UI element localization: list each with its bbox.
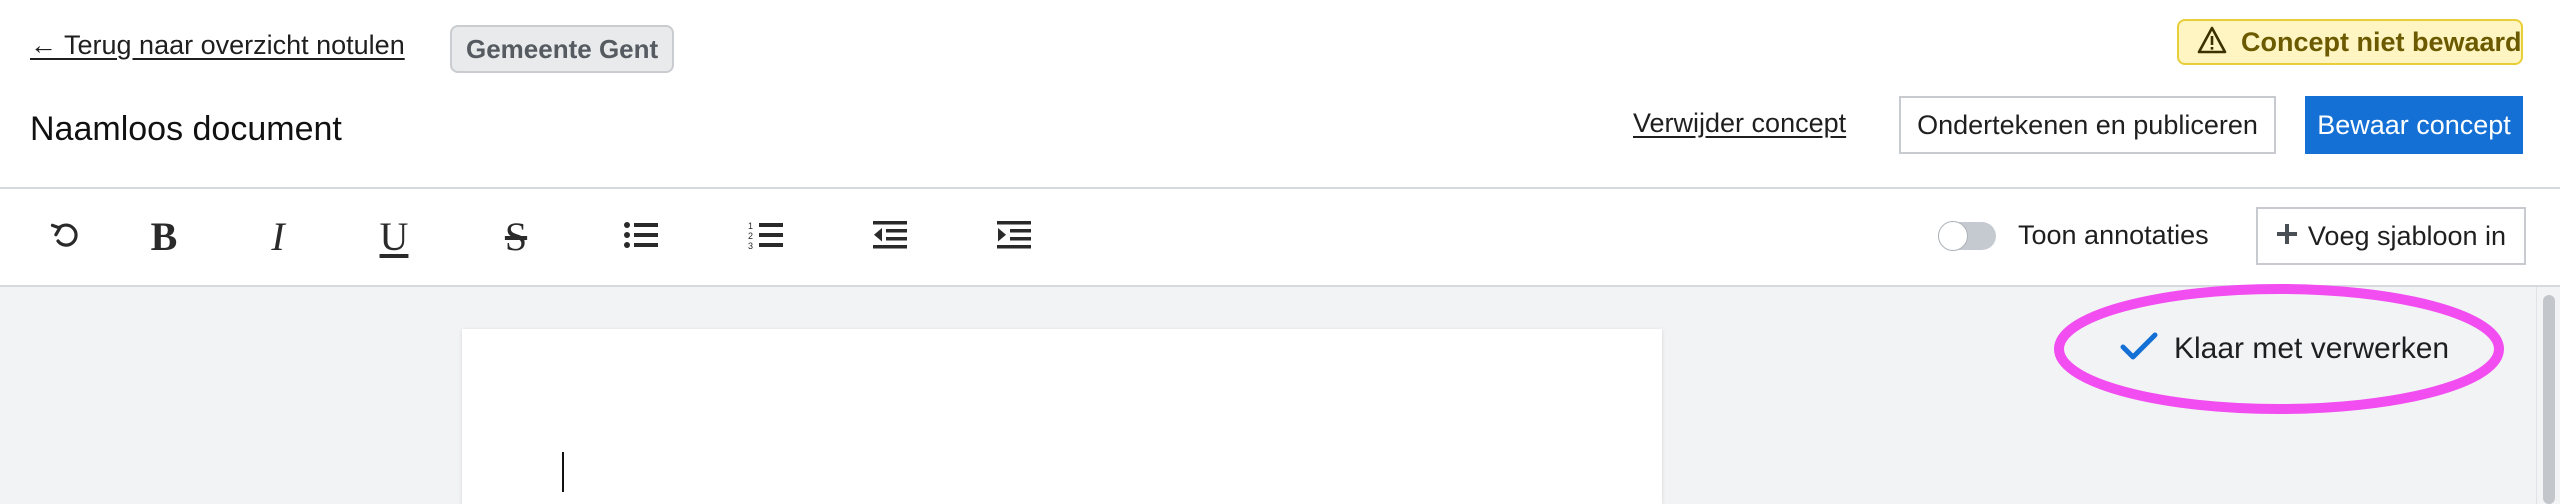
indent-button[interactable] xyxy=(986,209,1042,265)
svg-text:2: 2 xyxy=(748,231,753,241)
insert-template-button[interactable]: Voeg sjabloon in xyxy=(2256,207,2526,265)
document-page[interactable] xyxy=(462,329,1662,504)
plus-icon xyxy=(2276,221,2298,252)
underline-icon: U xyxy=(379,214,409,259)
italic-button[interactable]: I xyxy=(250,209,306,265)
svg-text:1: 1 xyxy=(748,221,753,231)
unordered-list-icon xyxy=(623,220,659,255)
bold-button[interactable]: B xyxy=(136,209,192,265)
check-icon xyxy=(2120,331,2158,366)
processing-status-text: Klaar met verwerken xyxy=(2174,331,2450,365)
text-cursor xyxy=(562,452,564,492)
undo-button[interactable] xyxy=(38,209,94,265)
processing-status: Klaar met verwerken xyxy=(2120,331,2449,366)
indent-icon xyxy=(996,220,1032,255)
insert-template-label: Voeg sjabloon in xyxy=(2307,220,2507,251)
strikethrough-icon: S xyxy=(504,214,528,259)
warning-text: Concept niet bewaard xyxy=(2241,26,2522,57)
annotations-toggle-group: Toon annotaties xyxy=(1938,220,2209,251)
document-header: ← Terug naar overzicht notulen Gemeente … xyxy=(0,0,2560,189)
italic-icon: I xyxy=(271,214,285,259)
outdent-button[interactable] xyxy=(862,209,918,265)
undo-icon xyxy=(50,219,82,256)
save-concept-button[interactable]: Bewaar concept xyxy=(2305,96,2523,154)
svg-text:3: 3 xyxy=(748,241,753,250)
warning-icon xyxy=(2197,26,2227,59)
workspace-scrollbar[interactable] xyxy=(2536,287,2560,504)
annotations-toggle-label: Toon annotaties xyxy=(2018,220,2209,250)
underline-button[interactable]: U xyxy=(366,209,422,265)
delete-concept-button[interactable]: Verwijder concept xyxy=(1633,108,1846,139)
sign-and-publish-button[interactable]: Ondertekenen en publiceren xyxy=(1899,96,2276,154)
ordered-list-icon: 1 2 3 xyxy=(748,220,784,255)
unordered-list-button[interactable] xyxy=(613,209,669,265)
unsaved-warning-badge: Concept niet bewaard xyxy=(2177,19,2523,65)
strikethrough-button[interactable]: S xyxy=(488,209,544,265)
scrollbar-thumb[interactable] xyxy=(2543,295,2555,504)
back-to-overview-link[interactable]: ← Terug naar overzicht notulen xyxy=(30,30,405,61)
bold-icon: B xyxy=(150,214,178,259)
toggle-knob xyxy=(1938,220,1968,251)
ordered-list-button[interactable]: 1 2 3 xyxy=(738,209,794,265)
document-title[interactable]: Naamloos document xyxy=(30,110,342,149)
organization-badge: Gemeente Gent xyxy=(450,25,675,73)
annotations-toggle[interactable] xyxy=(1938,220,1996,251)
outdent-icon xyxy=(872,220,908,255)
editor-toolbar: B I U S 1 2 3 Toon annotaties Voeg sjabl… xyxy=(0,189,2560,287)
